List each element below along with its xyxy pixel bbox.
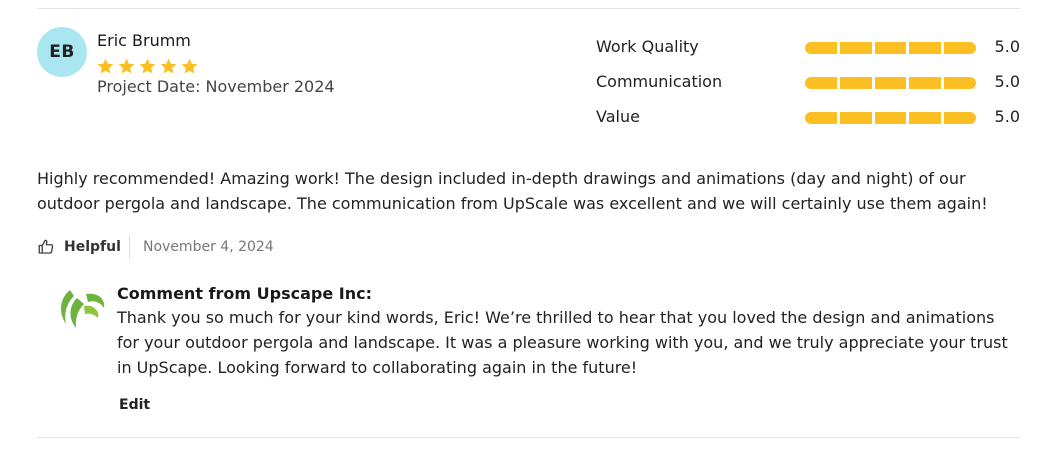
- rating-bar: [805, 77, 976, 89]
- review-text: Highly recommended! Amazing work! The de…: [37, 169, 988, 213]
- rating-value: 5.0: [994, 72, 1020, 91]
- helpful-button[interactable]: Helpful: [37, 235, 121, 259]
- rating-segment: [944, 112, 976, 124]
- rating-row-work-quality: Work Quality 5.0: [596, 36, 1020, 60]
- rating-segment: [909, 42, 942, 54]
- rating-segment: [805, 42, 837, 54]
- bottom-divider: [37, 437, 1020, 438]
- avatar: EB: [37, 27, 87, 77]
- rating-value: 5.0: [994, 107, 1020, 126]
- top-divider: [37, 8, 1020, 9]
- rating-segment: [805, 112, 837, 124]
- star-icon: [139, 58, 156, 74]
- rating-row-value: Value 5.0: [596, 106, 1020, 130]
- rating-segment: [874, 112, 907, 124]
- rating-segment: [909, 112, 942, 124]
- star-icon: [118, 58, 135, 74]
- rating-label: Work Quality: [596, 37, 699, 56]
- separator: [129, 235, 130, 259]
- rating-label: Value: [596, 107, 640, 126]
- review-date: November 4, 2024: [143, 239, 274, 255]
- upscape-logo: [61, 290, 105, 328]
- thumbs-up-icon: [38, 239, 54, 254]
- edit-link[interactable]: Edit: [119, 397, 150, 413]
- comment-text: Thank you so much for your kind words, E…: [117, 308, 1008, 377]
- star-icon: [160, 58, 177, 74]
- rating-value: 5.0: [994, 37, 1020, 56]
- star-icon: [181, 58, 198, 74]
- reviewer-name: Eric Brumm: [97, 31, 191, 50]
- rating-segment: [944, 42, 976, 54]
- project-date: Project Date: November 2024: [97, 77, 335, 96]
- comment-title: Comment from Upscape Inc:: [117, 284, 372, 303]
- rating-segment: [874, 42, 907, 54]
- rating-segment: [839, 77, 872, 89]
- avatar-initials: EB: [49, 42, 75, 62]
- rating-segment: [909, 77, 942, 89]
- star-rating: [96, 57, 199, 76]
- rating-segment: [944, 77, 976, 89]
- rating-segment: [874, 77, 907, 89]
- rating-bar: [805, 112, 976, 124]
- rating-segment: [805, 77, 837, 89]
- rating-segment: [839, 112, 872, 124]
- rating-segment: [839, 42, 872, 54]
- helpful-label: Helpful: [64, 239, 121, 255]
- rating-bar: [805, 42, 976, 54]
- rating-row-communication: Communication 5.0: [596, 71, 1020, 95]
- rating-label: Communication: [596, 72, 723, 91]
- star-icon: [97, 58, 114, 74]
